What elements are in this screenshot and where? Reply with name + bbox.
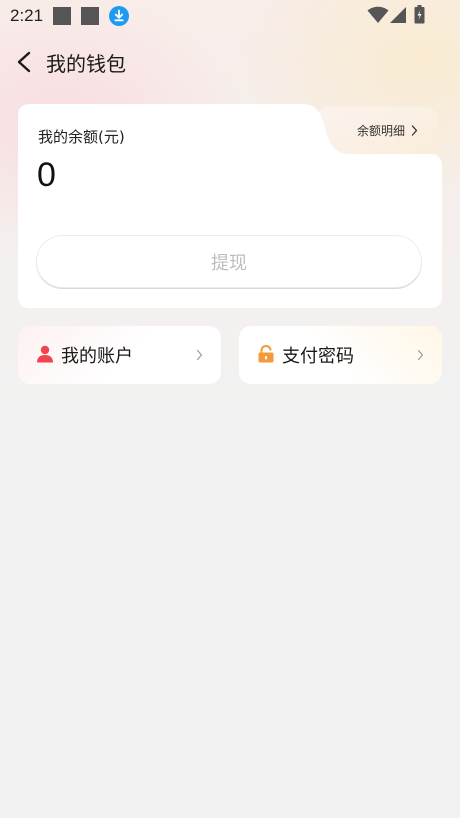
- balance-label: 我的余额(元): [38, 128, 125, 146]
- chevron-right-icon: [411, 125, 418, 136]
- my-account-label: 我的账户: [61, 346, 133, 367]
- notification-square-icon: [53, 7, 71, 25]
- payment-password-label: 支付密码: [282, 346, 354, 367]
- page-title: 我的钱包: [46, 52, 126, 76]
- app-header: 我的钱包: [0, 40, 460, 84]
- balance-detail-label: 余额明细: [356, 124, 405, 138]
- my-account-card[interactable]: 我的账户: [18, 326, 221, 384]
- signal-icon: [390, 7, 406, 23]
- notification-square-icon: [81, 7, 99, 25]
- balance-detail-link[interactable]: 余额明细: [357, 122, 418, 139]
- chevron-left-icon[interactable]: [14, 50, 36, 74]
- balance-card: 我的余额(元) 0 余额明细 提现: [18, 104, 442, 308]
- wifi-icon: [367, 6, 389, 23]
- battery-icon: [414, 5, 425, 24]
- payment-password-card[interactable]: 支付密码: [239, 326, 442, 384]
- chevron-right-icon: [196, 349, 203, 361]
- status-bar: 2:21: [0, 0, 460, 32]
- chevron-right-icon: [417, 349, 424, 361]
- person-icon: [37, 345, 53, 363]
- status-time: 2:21: [10, 6, 44, 25]
- balance-value: 0: [37, 156, 56, 194]
- lock-icon: [258, 345, 274, 363]
- download-icon: [109, 6, 129, 26]
- withdraw-button[interactable]: 提现: [36, 235, 422, 288]
